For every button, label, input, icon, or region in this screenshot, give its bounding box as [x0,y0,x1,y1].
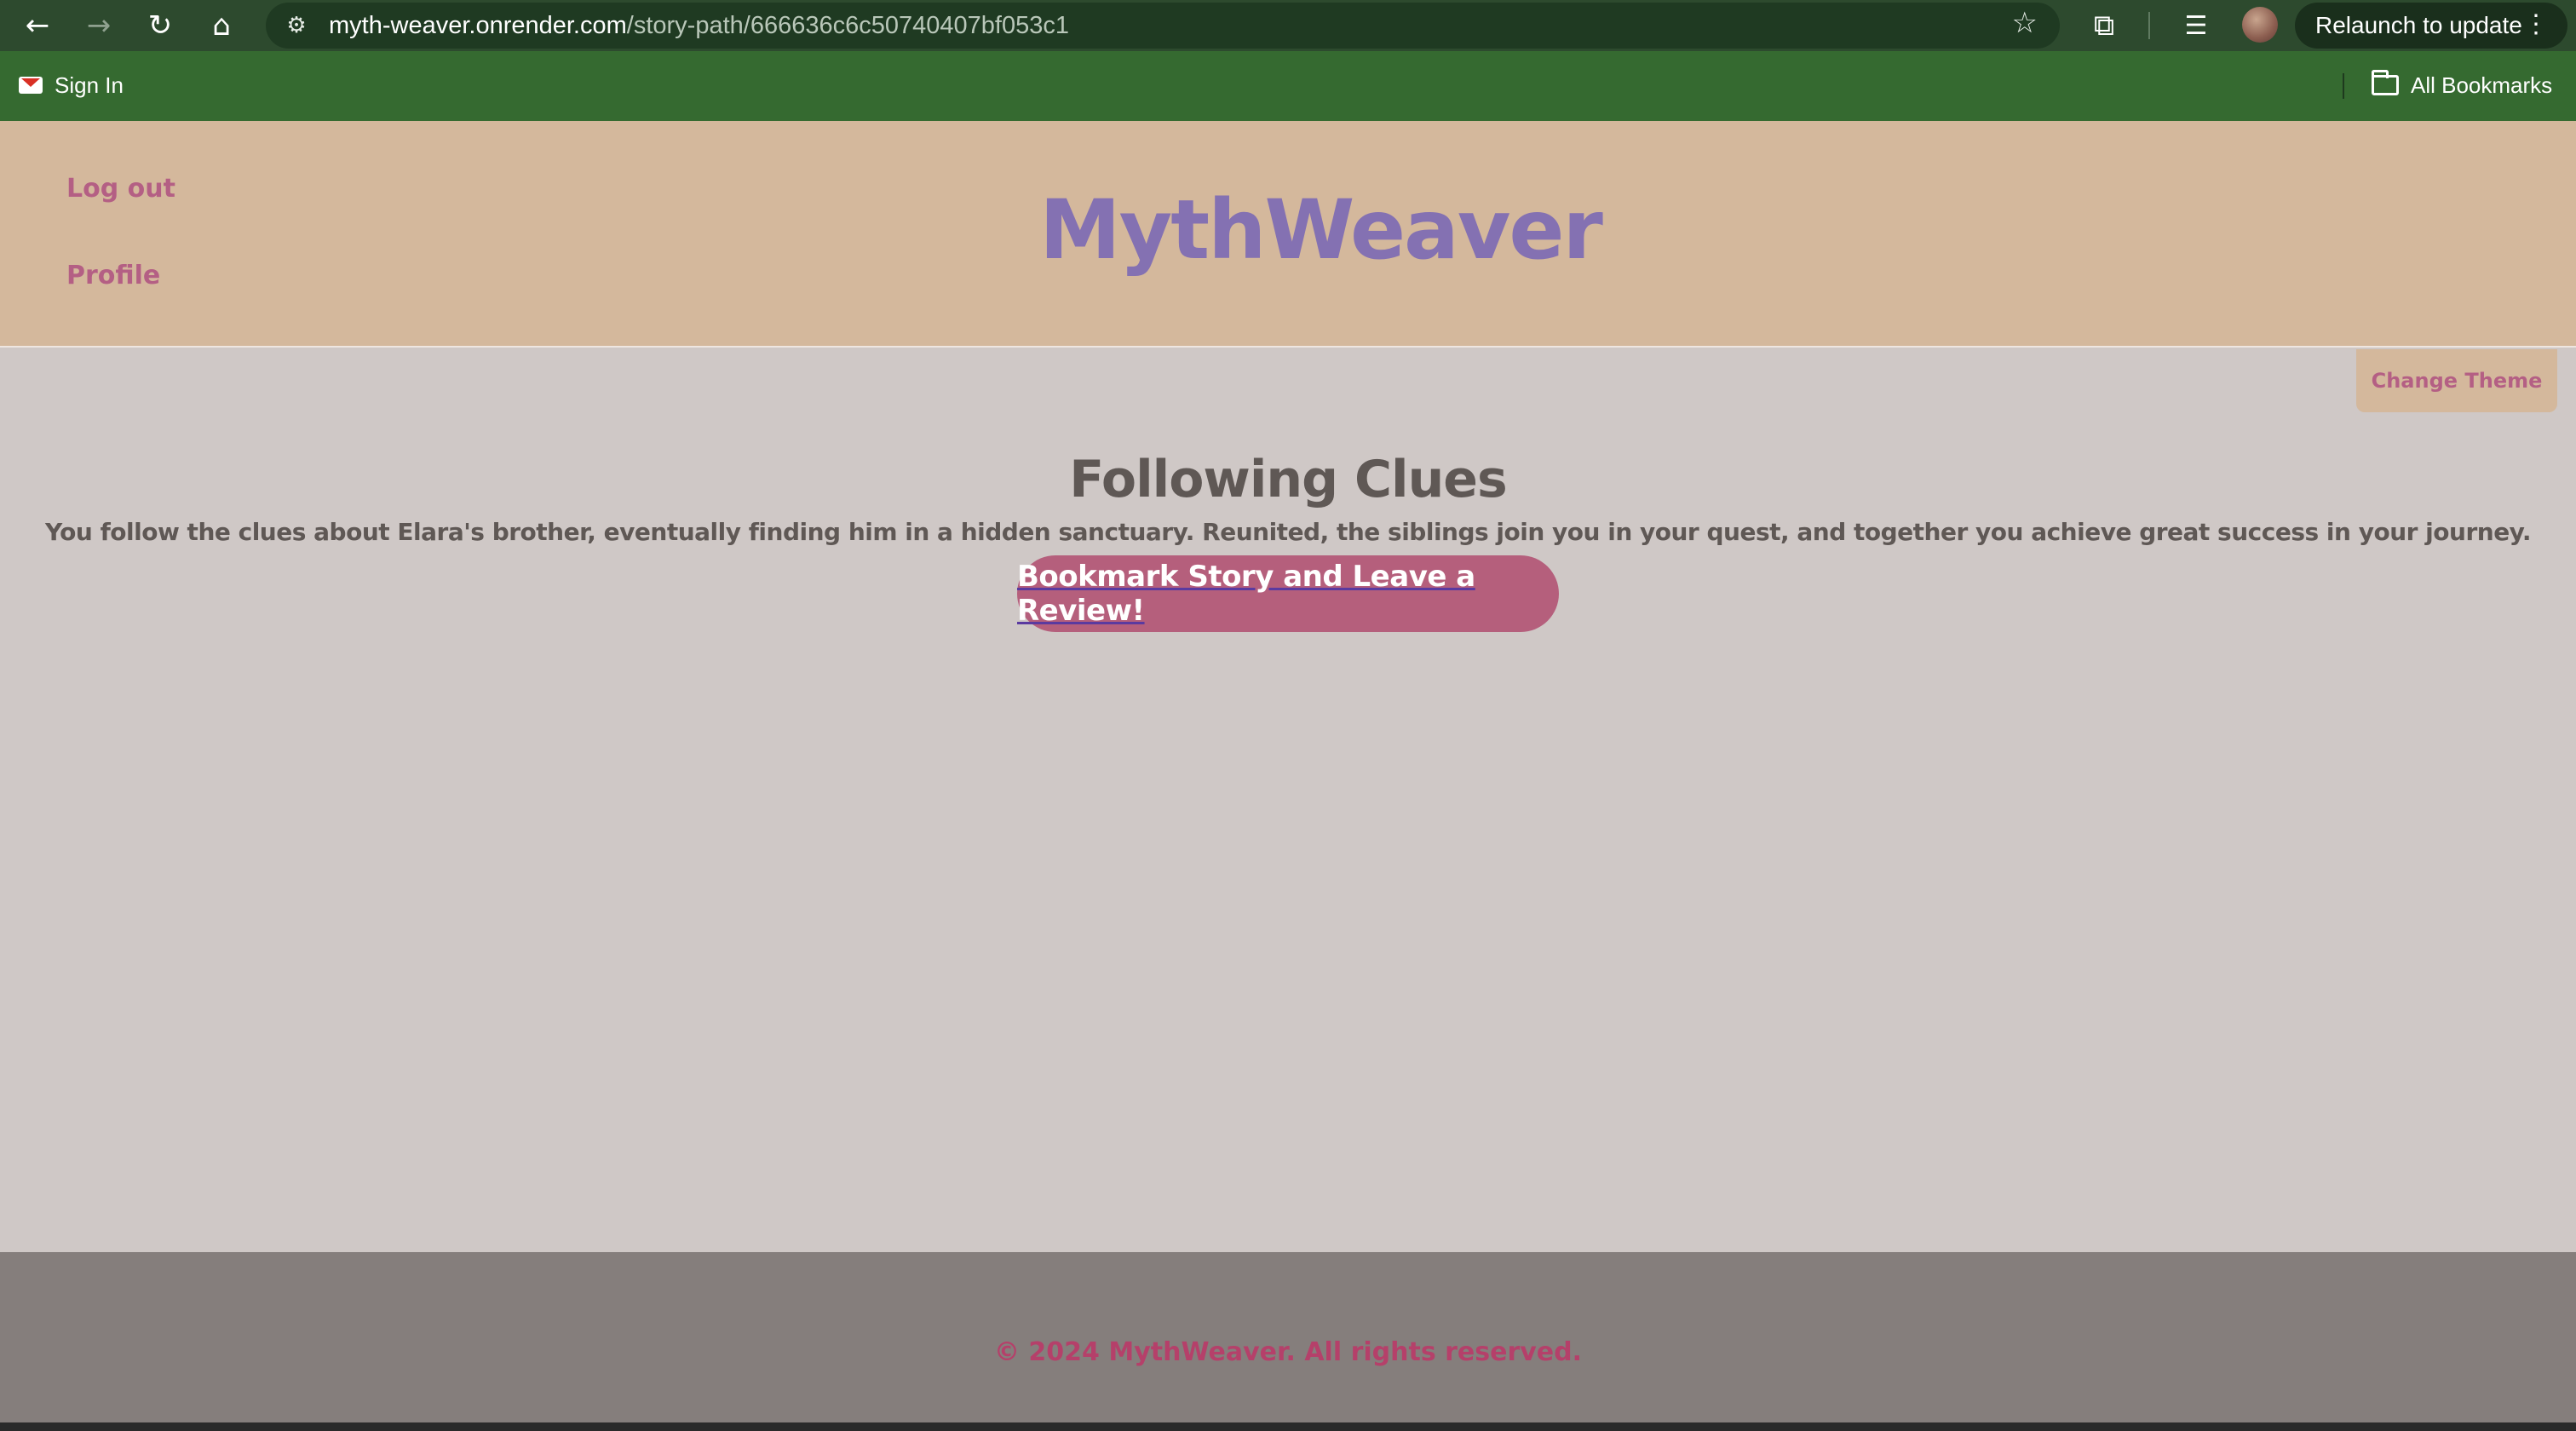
bookmark-review-link[interactable]: Bookmark Story and Leave a Review! [1017,560,1559,628]
bookmark-review-button[interactable]: Bookmark Story and Leave a Review! [1017,555,1559,632]
toolbar-divider [2148,12,2150,39]
site-header: Log out Profile MythWeaver [0,121,2576,348]
menu-icon[interactable]: ⋮ [2523,9,2549,39]
back-icon[interactable]: ← [19,7,56,44]
all-bookmarks-button[interactable]: All Bookmarks [2372,68,2552,102]
extensions-icon[interactable]: ⧉ [2085,7,2123,44]
relaunch-button[interactable]: Relaunch to update ⋮ [2295,3,2567,49]
site-settings-icon[interactable]: ⚙ [279,8,313,43]
bookmark-sign-in[interactable]: Sign In [19,68,124,102]
address-bar[interactable]: ⚙ myth-weaver.onrender.com/story-path/66… [266,3,2060,49]
forward-icon[interactable]: → [80,7,118,44]
reload-icon[interactable]: ↻ [141,7,179,44]
url-path: /story-path/666636c6c50740407bf053c1 [626,12,1069,39]
profile-avatar[interactable] [2242,7,2278,43]
gmail-icon [19,77,43,94]
bookmark-sign-in-label: Sign In [55,72,124,98]
bookmarks-divider [2343,73,2344,99]
relaunch-label: Relaunch to update [2315,12,2522,38]
home-icon[interactable]: ⌂ [203,7,240,44]
bookmarks-bar: Sign In All Bookmarks [0,51,2576,121]
window-bottom-edge [0,1422,2576,1431]
url-host: myth-weaver.onrender.com [329,12,627,39]
story-title: Following Clues [1069,450,1507,509]
story-text: You follow the clues about Elara's broth… [44,518,2532,546]
change-theme-button[interactable]: Change Theme [2356,349,2557,412]
footer-copyright: © 2024 MythWeaver. All rights reserved. [993,1337,1583,1367]
reading-list-icon[interactable]: ☰ [2177,7,2215,44]
bookmark-star-icon[interactable]: ☆ [2012,6,2038,40]
url-text[interactable]: myth-weaver.onrender.com/story-path/6666… [329,9,1069,42]
site-footer: © 2024 MythWeaver. All rights reserved. [0,1252,2576,1422]
browser-toolbar: ← → ↻ ⌂ ⚙ myth-weaver.onrender.com/story… [0,0,2576,51]
main-content: Following Clues You follow the clues abo… [0,349,2576,1252]
site-logo: MythWeaver [1039,182,1603,278]
all-bookmarks-label: All Bookmarks [2411,72,2553,98]
folder-icon [2372,70,2399,95]
